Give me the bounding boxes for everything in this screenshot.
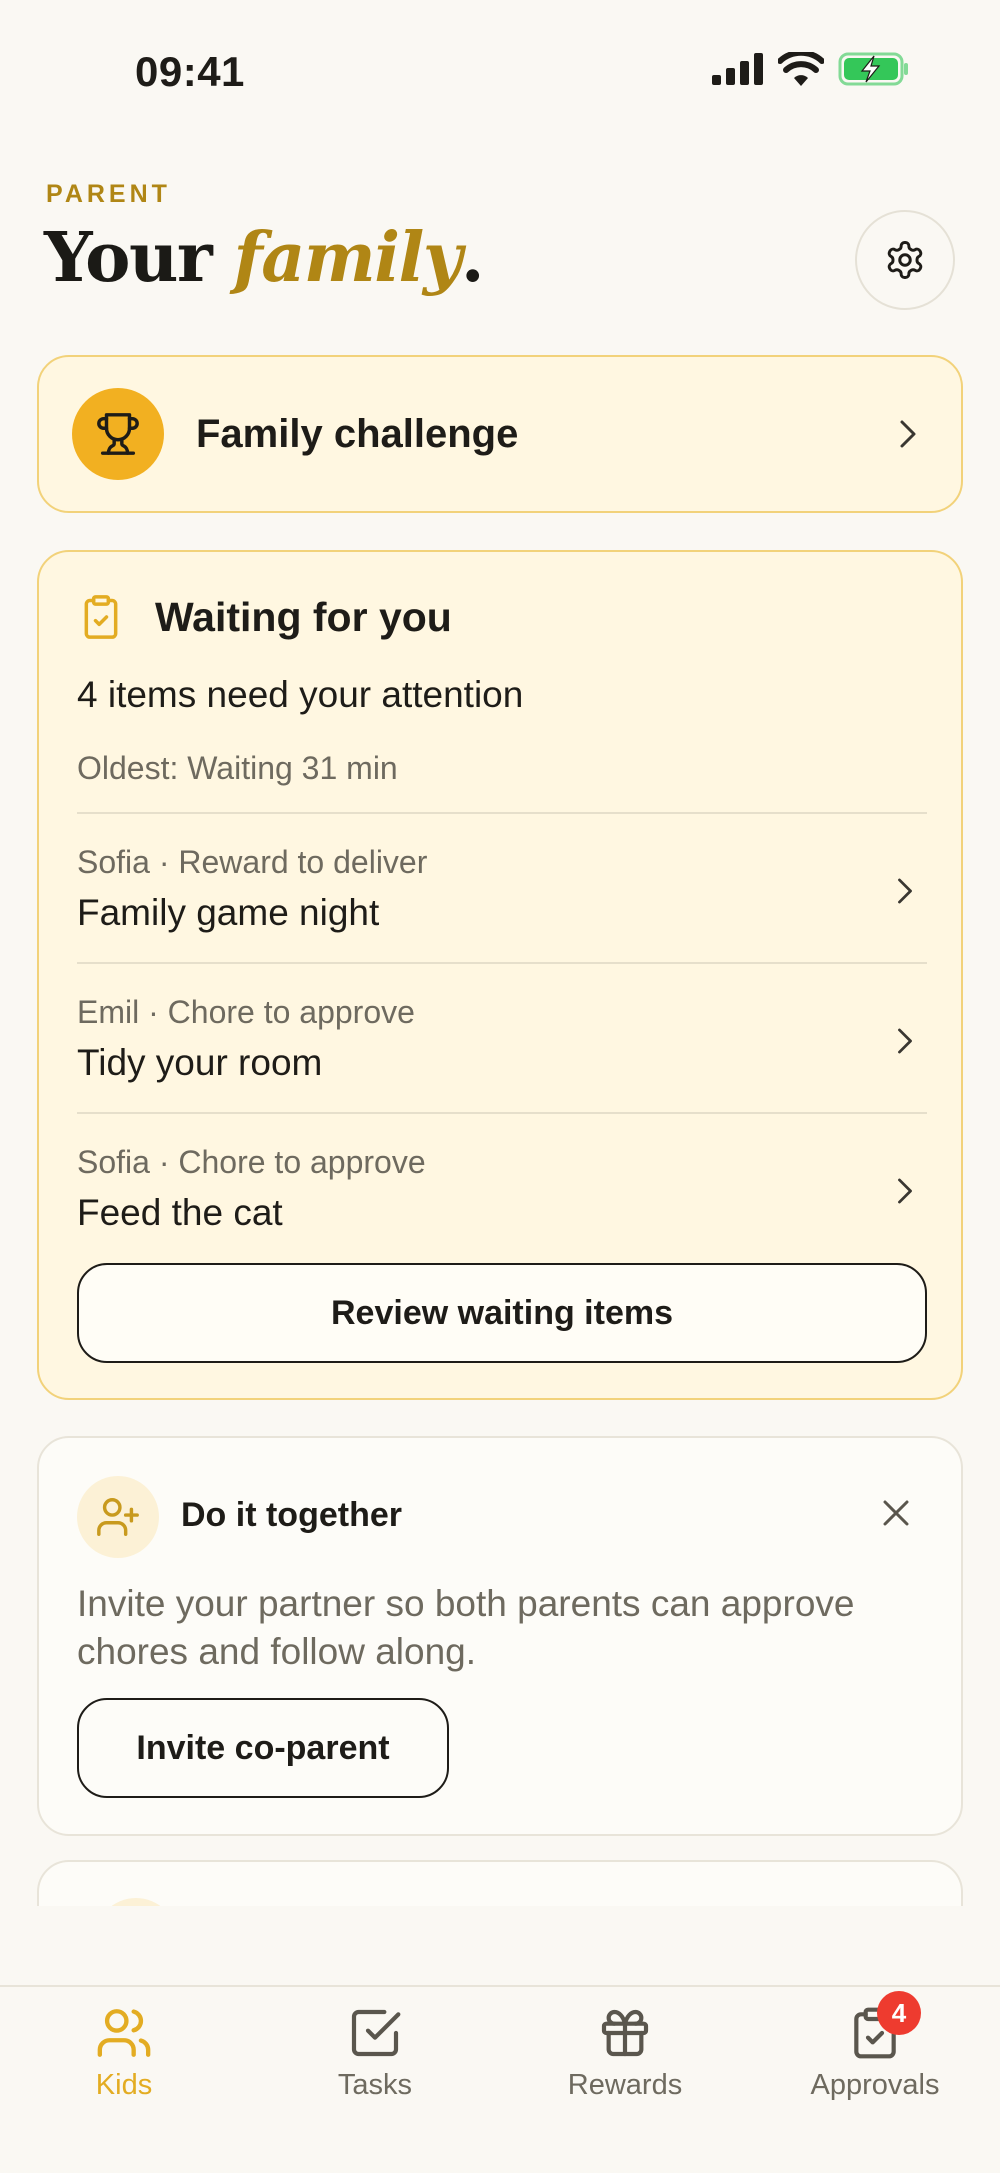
tab-approvals-icon-wrap: 4 <box>845 1991 921 2063</box>
waiting-item-meta: Emil · Chore to approve <box>77 994 415 1030</box>
title-prefix: Your <box>44 218 234 298</box>
waiting-item-name: Feed the cat <box>77 1192 283 1233</box>
gift-icon <box>601 2009 649 2057</box>
tab-rewards-icon-wrap <box>595 2003 655 2063</box>
approvals-count-badge: 4 <box>877 1991 921 2035</box>
trophy-badge <box>72 388 164 480</box>
waiting-header: Waiting for you <box>79 592 452 642</box>
do-it-together-card: Do it together Invite your partner so bo… <box>37 1436 963 1836</box>
tab-kids[interactable]: Kids <box>24 2003 224 2102</box>
do-it-together-title: Do it together <box>181 1496 402 1534</box>
page-title: Your family. <box>44 218 485 298</box>
waiting-item-name: Tidy your room <box>77 1042 323 1083</box>
waiting-item[interactable]: Sofia · Reward to deliver Family game ni… <box>77 812 927 962</box>
tab-tasks-icon-wrap <box>345 2003 405 2063</box>
tab-label: Tasks <box>337 2069 413 2101</box>
tab-approvals[interactable]: 4 Approvals <box>775 1991 975 2102</box>
tab-tasks[interactable]: Tasks <box>275 2003 475 2102</box>
waiting-oldest: Oldest: Waiting 31 min <box>77 750 398 786</box>
family-challenge-label: Family challenge <box>196 411 519 456</box>
trophy-icon <box>97 413 139 455</box>
waiting-title: Waiting for you <box>155 593 452 640</box>
family-challenge-card[interactable]: Family challenge <box>37 355 963 513</box>
gear-icon <box>887 241 923 279</box>
chevron-right-icon <box>898 878 912 904</box>
invite-avatar <box>77 1476 159 1558</box>
waiting-item-name: Family game night <box>77 892 380 933</box>
tab-bar: Kids Tasks Rewards 4 Approvals <box>0 1985 1000 2173</box>
role-eyebrow: PARENT <box>46 180 171 208</box>
tab-rewards[interactable]: Rewards <box>525 2003 725 2102</box>
next-card <box>37 1860 963 1906</box>
waiting-item[interactable]: Sofia · Chore to approve Feed the cat <box>77 1112 927 1262</box>
review-waiting-items-button[interactable]: Review waiting items <box>77 1263 927 1363</box>
battery-charging-icon <box>838 52 908 86</box>
tab-label: Approvals <box>810 2069 940 2101</box>
chevron-right-icon <box>900 420 916 448</box>
waiting-for-you-card: Waiting for you 4 items need your attent… <box>37 550 963 1400</box>
next-card-avatar <box>95 1898 177 1906</box>
close-icon[interactable] <box>881 1498 911 1528</box>
tab-kids-icon-wrap <box>94 2003 154 2063</box>
status-time: 09:41 <box>135 48 245 95</box>
chevron-right-icon <box>898 1178 912 1204</box>
user-plus-icon <box>97 1498 139 1536</box>
clipboard-check-icon <box>84 595 118 639</box>
title-suffix: . <box>460 218 485 298</box>
status-bar: 09:41 <box>0 0 1000 140</box>
waiting-list: Sofia · Reward to deliver Family game ni… <box>77 812 927 1262</box>
title-accent: family <box>233 218 462 298</box>
waiting-item[interactable]: Emil · Chore to approve Tidy your room <box>77 962 927 1112</box>
waiting-summary: 4 items need your attention <box>77 674 524 715</box>
do-it-together-description: Invite your partner so both parents can … <box>77 1583 855 1672</box>
wifi-icon <box>778 52 824 86</box>
users-icon <box>97 2009 151 2057</box>
invite-co-parent-button[interactable]: Invite co-parent <box>77 1698 449 1798</box>
status-icons <box>712 52 910 86</box>
checkbox-icon <box>351 2009 401 2057</box>
next-card-peek <box>37 1860 963 1906</box>
settings-button[interactable] <box>855 210 955 310</box>
chevron-right-icon <box>898 1028 912 1054</box>
tab-label: Rewards <box>567 2069 683 2101</box>
waiting-item-meta: Sofia · Reward to deliver <box>77 844 428 880</box>
tab-label: Kids <box>95 2069 153 2101</box>
scroll-fade <box>0 1906 1000 1986</box>
waiting-item-meta: Sofia · Chore to approve <box>77 1144 426 1180</box>
cellular-signal-icon <box>712 53 763 85</box>
